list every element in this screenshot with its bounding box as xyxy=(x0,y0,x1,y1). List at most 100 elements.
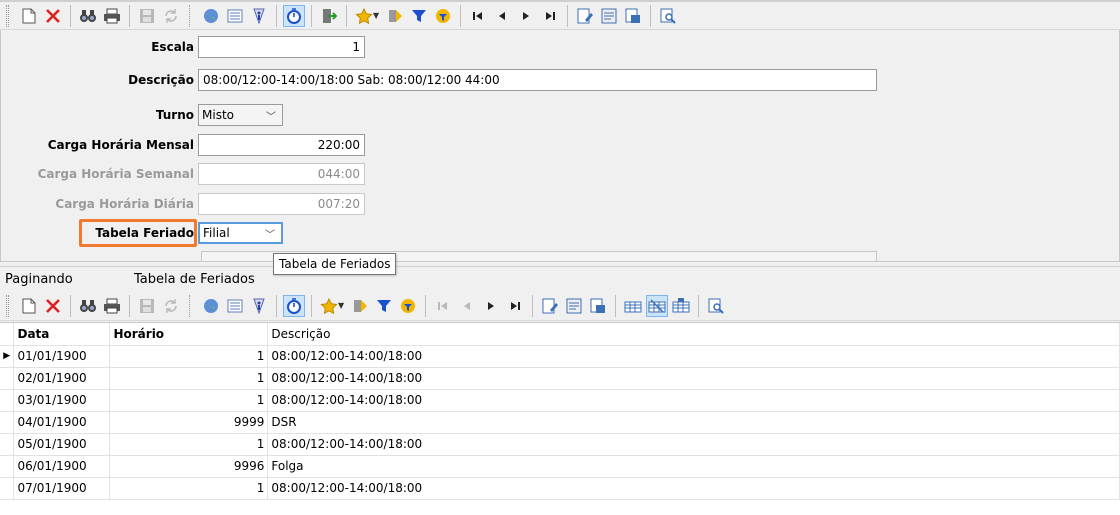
info-icon[interactable] xyxy=(248,295,270,317)
printer-icon[interactable] xyxy=(101,5,123,27)
star-dropdown-arrow[interactable]: ▼ xyxy=(373,11,379,20)
save-disk-icon[interactable] xyxy=(136,295,158,317)
row-indicator-header xyxy=(0,323,15,346)
cell-horario[interactable]: 9996 xyxy=(109,455,269,478)
tab-tabela-feriados[interactable]: Tabela de Feriados xyxy=(132,272,257,287)
grid-delete-icon[interactable] xyxy=(670,295,692,317)
escala-field[interactable]: 1 xyxy=(198,36,365,58)
last-icon[interactable] xyxy=(504,295,526,317)
cell-data[interactable]: 01/01/1900 xyxy=(13,345,111,368)
cell-descricao[interactable]: Folga xyxy=(267,455,1120,478)
cell-horario[interactable]: 1 xyxy=(109,433,269,456)
filter-icon[interactable] xyxy=(373,295,395,317)
list-icon[interactable] xyxy=(224,5,246,27)
new-doc-icon[interactable] xyxy=(18,295,40,317)
table-row[interactable]: 03/01/1900 1 08:00/12:00-14:00/18:00 xyxy=(0,389,1120,412)
grid-edit-icon[interactable] xyxy=(646,294,669,317)
tab-paginando[interactable]: Paginando xyxy=(3,272,132,287)
globe-icon[interactable] xyxy=(200,5,222,27)
next-icon[interactable] xyxy=(480,295,502,317)
cell-horario[interactable]: 1 xyxy=(109,367,269,390)
column-header-descricao[interactable]: Descrição xyxy=(267,323,1120,346)
table-row[interactable]: 05/01/1900 1 08:00/12:00-14:00/18:00 xyxy=(0,433,1120,456)
cell-data[interactable]: 07/01/1900 xyxy=(13,477,111,500)
edit-form-icon[interactable] xyxy=(574,5,596,27)
clear-filter-icon[interactable] xyxy=(397,295,419,317)
column-header-data[interactable]: Data xyxy=(13,323,111,346)
binoculars-icon[interactable] xyxy=(77,5,99,27)
filter-icon[interactable] xyxy=(408,5,430,27)
cell-data[interactable]: 05/01/1900 xyxy=(13,433,111,456)
star-icon[interactable] xyxy=(318,295,340,317)
table-row[interactable]: 06/01/1900 9996 Folga xyxy=(0,455,1120,478)
cell-descricao[interactable]: 08:00/12:00-14:00/18:00 xyxy=(267,345,1120,368)
cell-horario[interactable]: 9999 xyxy=(109,411,269,434)
tooltip: Tabela de Feriados xyxy=(273,253,397,275)
cell-descricao[interactable]: 08:00/12:00-14:00/18:00 xyxy=(267,477,1120,500)
printer-icon[interactable] xyxy=(101,295,123,317)
star-icon[interactable] xyxy=(353,5,375,27)
toolbar-separator xyxy=(698,294,700,317)
export-icon[interactable] xyxy=(622,5,644,27)
table-row[interactable]: 07/01/1900 1 08:00/12:00-14:00/18:00 xyxy=(0,477,1120,500)
next-icon[interactable] xyxy=(515,5,537,27)
cell-horario[interactable]: 1 xyxy=(109,389,269,412)
column-header-horario[interactable]: Horário xyxy=(109,323,269,346)
table-row[interactable]: 02/01/1900 1 08:00/12:00-14:00/18:00 xyxy=(0,367,1120,390)
goto-icon[interactable] xyxy=(349,295,371,317)
new-doc-icon[interactable] xyxy=(18,5,40,27)
stopwatch-icon[interactable] xyxy=(283,294,305,317)
row-indicator xyxy=(0,389,15,412)
cell-horario[interactable]: 1 xyxy=(109,477,269,500)
binoculars-icon[interactable] xyxy=(77,295,99,317)
tabela-feriado-select[interactable]: Filial ﹀ xyxy=(198,222,283,244)
table-header-row: Data Horário Descrição xyxy=(0,323,1120,346)
export-icon[interactable] xyxy=(587,295,609,317)
cell-data[interactable]: 06/01/1900 xyxy=(13,455,111,478)
table-row[interactable]: ▶ 01/01/1900 1 08:00/12:00-14:00/18:00 xyxy=(0,345,1120,368)
cell-descricao[interactable]: 08:00/12:00-14:00/18:00 xyxy=(267,389,1120,412)
exit-icon[interactable] xyxy=(318,5,340,27)
cell-descricao[interactable]: 08:00/12:00-14:00/18:00 xyxy=(267,433,1120,456)
delete-icon[interactable] xyxy=(42,295,64,317)
print-preview-icon[interactable] xyxy=(705,295,727,317)
refresh-icon[interactable] xyxy=(160,5,182,27)
info-icon[interactable] xyxy=(248,5,270,27)
toolbar-separator xyxy=(311,4,312,27)
grid-insert-icon[interactable] xyxy=(622,295,644,317)
prev-icon[interactable] xyxy=(456,295,478,317)
toolbar-divider xyxy=(189,294,190,317)
report-icon[interactable] xyxy=(563,295,585,317)
star-dropdown-arrow[interactable]: ▼ xyxy=(338,301,344,310)
list-icon[interactable] xyxy=(224,295,246,317)
cell-data[interactable]: 03/01/1900 xyxy=(13,389,111,412)
save-disk-icon[interactable] xyxy=(136,5,158,27)
carga-mensal-field[interactable]: 220:00 xyxy=(198,134,365,156)
descricao-field[interactable]: 08:00/12:00-14:00/18:00 Sab: 08:00/12:00… xyxy=(198,69,877,91)
edit-form-icon[interactable] xyxy=(539,295,561,317)
toolbar-grip[interactable] xyxy=(6,4,9,27)
print-preview-icon[interactable] xyxy=(657,5,679,27)
cell-descricao[interactable]: 08:00/12:00-14:00/18:00 xyxy=(267,367,1120,390)
turno-select[interactable]: Misto ﹀ xyxy=(198,104,283,126)
first-icon[interactable] xyxy=(467,5,489,27)
cell-horario[interactable]: 1 xyxy=(109,345,269,368)
toolbar-separator xyxy=(650,4,652,27)
table-row[interactable]: 04/01/1900 9999 DSR xyxy=(0,411,1120,434)
stopwatch-icon[interactable] xyxy=(283,4,305,27)
cell-data[interactable]: 04/01/1900 xyxy=(13,411,111,434)
prev-icon[interactable] xyxy=(491,5,513,27)
toolbar-grip[interactable] xyxy=(6,294,9,317)
last-icon[interactable] xyxy=(539,5,561,27)
clear-filter-icon[interactable] xyxy=(432,5,454,27)
goto-icon[interactable] xyxy=(384,5,406,27)
report-icon[interactable] xyxy=(598,5,620,27)
row-indicator xyxy=(0,455,15,478)
cell-data[interactable]: 02/01/1900 xyxy=(13,367,111,390)
refresh-icon[interactable] xyxy=(160,295,182,317)
delete-icon[interactable] xyxy=(42,5,64,27)
first-icon[interactable] xyxy=(432,295,454,317)
cell-descricao[interactable]: DSR xyxy=(267,411,1120,434)
toolbar-separator xyxy=(460,4,462,27)
globe-icon[interactable] xyxy=(200,295,222,317)
